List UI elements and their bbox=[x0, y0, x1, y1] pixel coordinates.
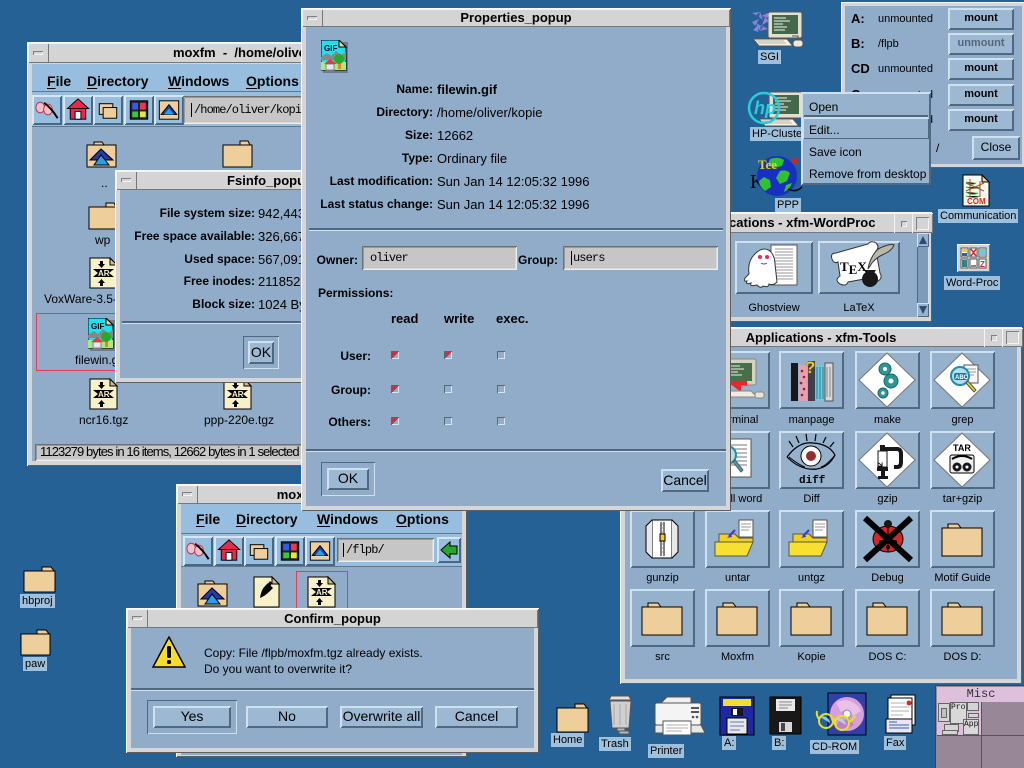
svg-text:hp: hp bbox=[754, 98, 776, 118]
svg-text:AR: AR bbox=[316, 588, 328, 597]
svg-text:COM: COM bbox=[967, 197, 986, 206]
svg-text:GIF: GIF bbox=[91, 322, 104, 331]
svg-text:AR: AR bbox=[98, 269, 110, 278]
svg-text:Z: Z bbox=[980, 260, 985, 269]
svg-text:ABC: ABC bbox=[955, 375, 969, 381]
svg-text:AR: AR bbox=[232, 390, 244, 399]
svg-text:AR: AR bbox=[98, 390, 110, 399]
svg-text:TAR: TAR bbox=[953, 443, 971, 453]
svg-text:GIF: GIF bbox=[324, 44, 337, 53]
svg-text:diff: diff bbox=[799, 475, 826, 487]
svg-text:Tee: Tee bbox=[758, 157, 777, 172]
svg-text:?: ? bbox=[805, 358, 815, 377]
